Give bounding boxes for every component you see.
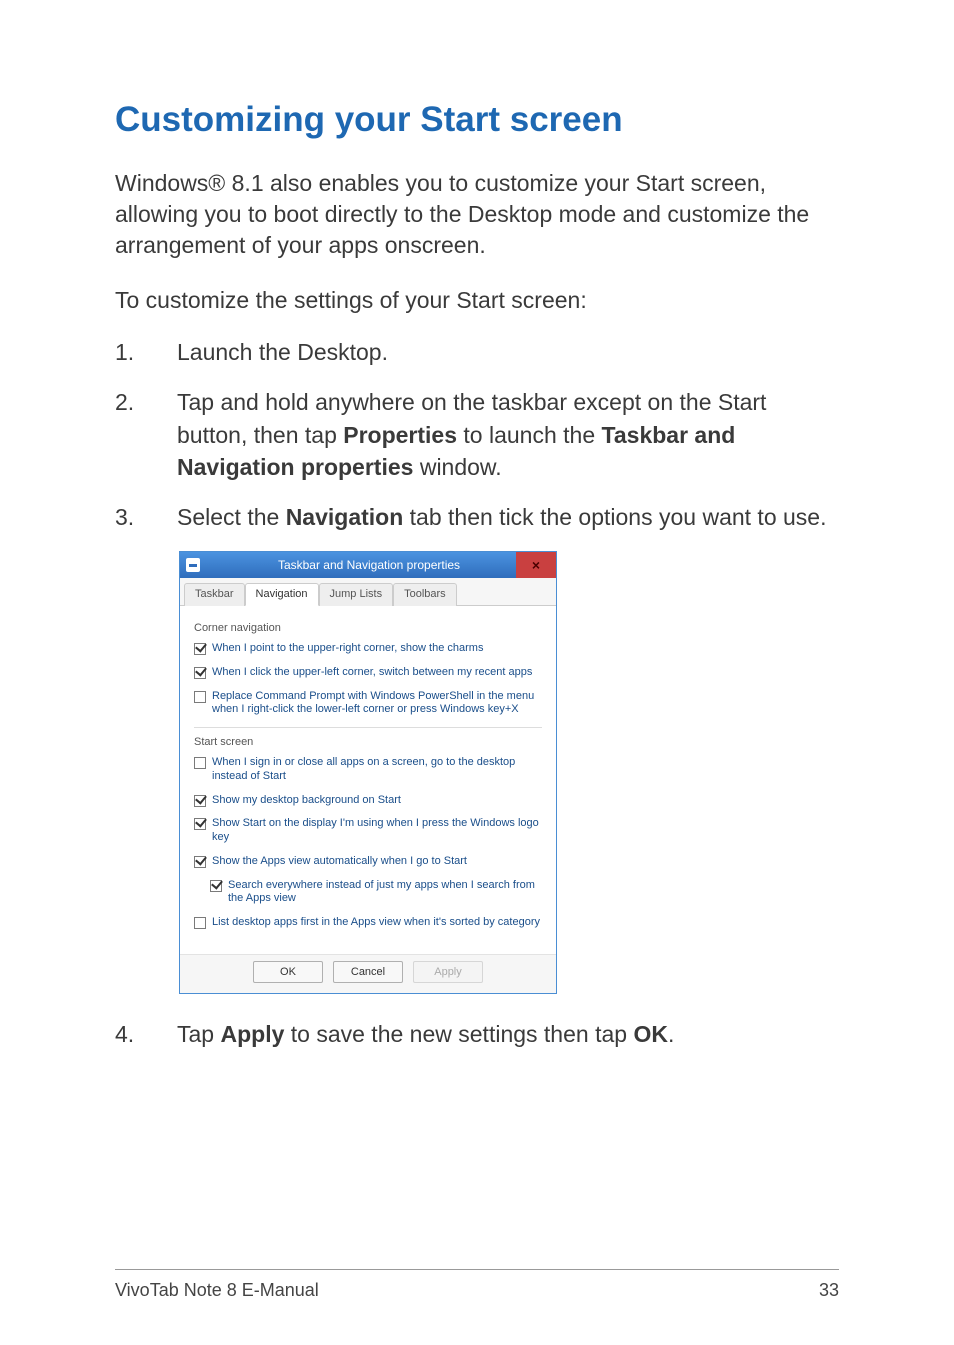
option-label: Show my desktop background on Start [212, 794, 401, 808]
step-text: Tap Apply to save the new settings then … [177, 1018, 839, 1050]
bold-text: Properties [343, 422, 457, 448]
close-icon: × [532, 557, 540, 573]
page-heading: Customizing your Start screen [115, 100, 839, 140]
step-2: 2. Tap and hold anywhere on the taskbar … [115, 386, 839, 483]
dialog-screenshot: Taskbar and Navigation properties × Task… [179, 551, 839, 994]
checkbox-powershell[interactable] [194, 691, 206, 703]
instruction-text: To customize the settings of your Start … [115, 285, 839, 316]
bold-text: Apply [220, 1021, 284, 1047]
dialog-titlebar: Taskbar and Navigation properties × [180, 552, 556, 578]
steps-list-continued: 4. Tap Apply to save the new settings th… [115, 1018, 839, 1050]
checkbox-desktop-signin[interactable] [194, 757, 206, 769]
option-row: Show Start on the display I'm using when… [194, 817, 542, 845]
close-button[interactable]: × [516, 552, 556, 578]
option-row: Search everywhere instead of just my app… [194, 879, 542, 907]
ok-button[interactable]: OK [253, 961, 323, 983]
bold-text: Navigation [286, 504, 404, 530]
checkbox-desktop-bg[interactable] [194, 795, 206, 807]
cancel-button[interactable]: Cancel [333, 961, 403, 983]
step-text: Launch the Desktop. [177, 336, 839, 368]
option-label: When I click the upper-left corner, swit… [212, 666, 532, 680]
text-fragment: Select the [177, 504, 286, 530]
option-row: Replace Command Prompt with Windows Powe… [194, 690, 542, 718]
taskbar-navigation-dialog: Taskbar and Navigation properties × Task… [179, 551, 557, 994]
text-fragment: Tap [177, 1021, 220, 1047]
text-fragment: to launch the [457, 422, 602, 448]
option-label: When I point to the upper-right corner, … [212, 642, 483, 656]
bold-text: OK [633, 1021, 668, 1047]
option-label: Show the Apps view automatically when I … [212, 855, 467, 869]
step-text: Tap and hold anywhere on the taskbar exc… [177, 386, 839, 483]
footer-title: VivoTab Note 8 E-Manual [115, 1280, 319, 1301]
text-fragment: . [668, 1021, 674, 1047]
steps-list: 1. Launch the Desktop. 2. Tap and hold a… [115, 336, 839, 533]
tab-navigation[interactable]: Navigation [245, 583, 319, 606]
group-start-screen: Start screen [194, 736, 542, 748]
group-corner-navigation: Corner navigation [194, 622, 542, 634]
text-fragment: tab then tick the options you want to us… [403, 504, 826, 530]
option-label: List desktop apps first in the Apps view… [212, 916, 540, 930]
option-row: List desktop apps first in the Apps view… [194, 916, 542, 930]
option-row: When I sign in or close all apps on a sc… [194, 756, 542, 784]
checkbox-start-display[interactable] [194, 818, 206, 830]
dialog-button-row: OK Cancel Apply [180, 954, 556, 993]
option-row: Show my desktop background on Start [194, 794, 542, 808]
step-3: 3. Select the Navigation tab then tick t… [115, 501, 839, 533]
separator [194, 727, 542, 728]
dialog-panel: Corner navigation When I point to the up… [180, 606, 556, 954]
step-number: 4. [115, 1018, 177, 1050]
step-number: 3. [115, 501, 177, 533]
page-number: 33 [819, 1280, 839, 1301]
text-fragment: to save the new settings then tap [284, 1021, 633, 1047]
step-text: Select the Navigation tab then tick the … [177, 501, 839, 533]
checkbox-desktop-apps-first[interactable] [194, 917, 206, 929]
dialog-title: Taskbar and Navigation properties [206, 558, 556, 572]
checkbox-charms[interactable] [194, 643, 206, 655]
step-4: 4. Tap Apply to save the new settings th… [115, 1018, 839, 1050]
tab-taskbar[interactable]: Taskbar [184, 583, 245, 606]
checkbox-recent-apps[interactable] [194, 667, 206, 679]
step-1: 1. Launch the Desktop. [115, 336, 839, 368]
checkbox-apps-view[interactable] [194, 856, 206, 868]
system-icon [186, 558, 200, 572]
intro-paragraph: Windows® 8.1 also enables you to customi… [115, 168, 839, 261]
tab-strip: Taskbar Navigation Jump Lists Toolbars [180, 578, 556, 606]
apply-button[interactable]: Apply [413, 961, 483, 983]
tab-jumplists[interactable]: Jump Lists [319, 583, 394, 606]
option-label: When I sign in or close all apps on a sc… [212, 756, 542, 784]
option-row: When I click the upper-left corner, swit… [194, 666, 542, 680]
option-label: Show Start on the display I'm using when… [212, 817, 542, 845]
step-number: 2. [115, 386, 177, 483]
tab-toolbars[interactable]: Toolbars [393, 583, 457, 606]
option-row: Show the Apps view automatically when I … [194, 855, 542, 869]
step-number: 1. [115, 336, 177, 368]
page-footer: VivoTab Note 8 E-Manual 33 [115, 1269, 839, 1301]
text-fragment: window. [413, 454, 501, 480]
option-row: When I point to the upper-right corner, … [194, 642, 542, 656]
option-label: Search everywhere instead of just my app… [228, 879, 542, 907]
option-label: Replace Command Prompt with Windows Powe… [212, 690, 542, 718]
checkbox-search-everywhere[interactable] [210, 880, 222, 892]
